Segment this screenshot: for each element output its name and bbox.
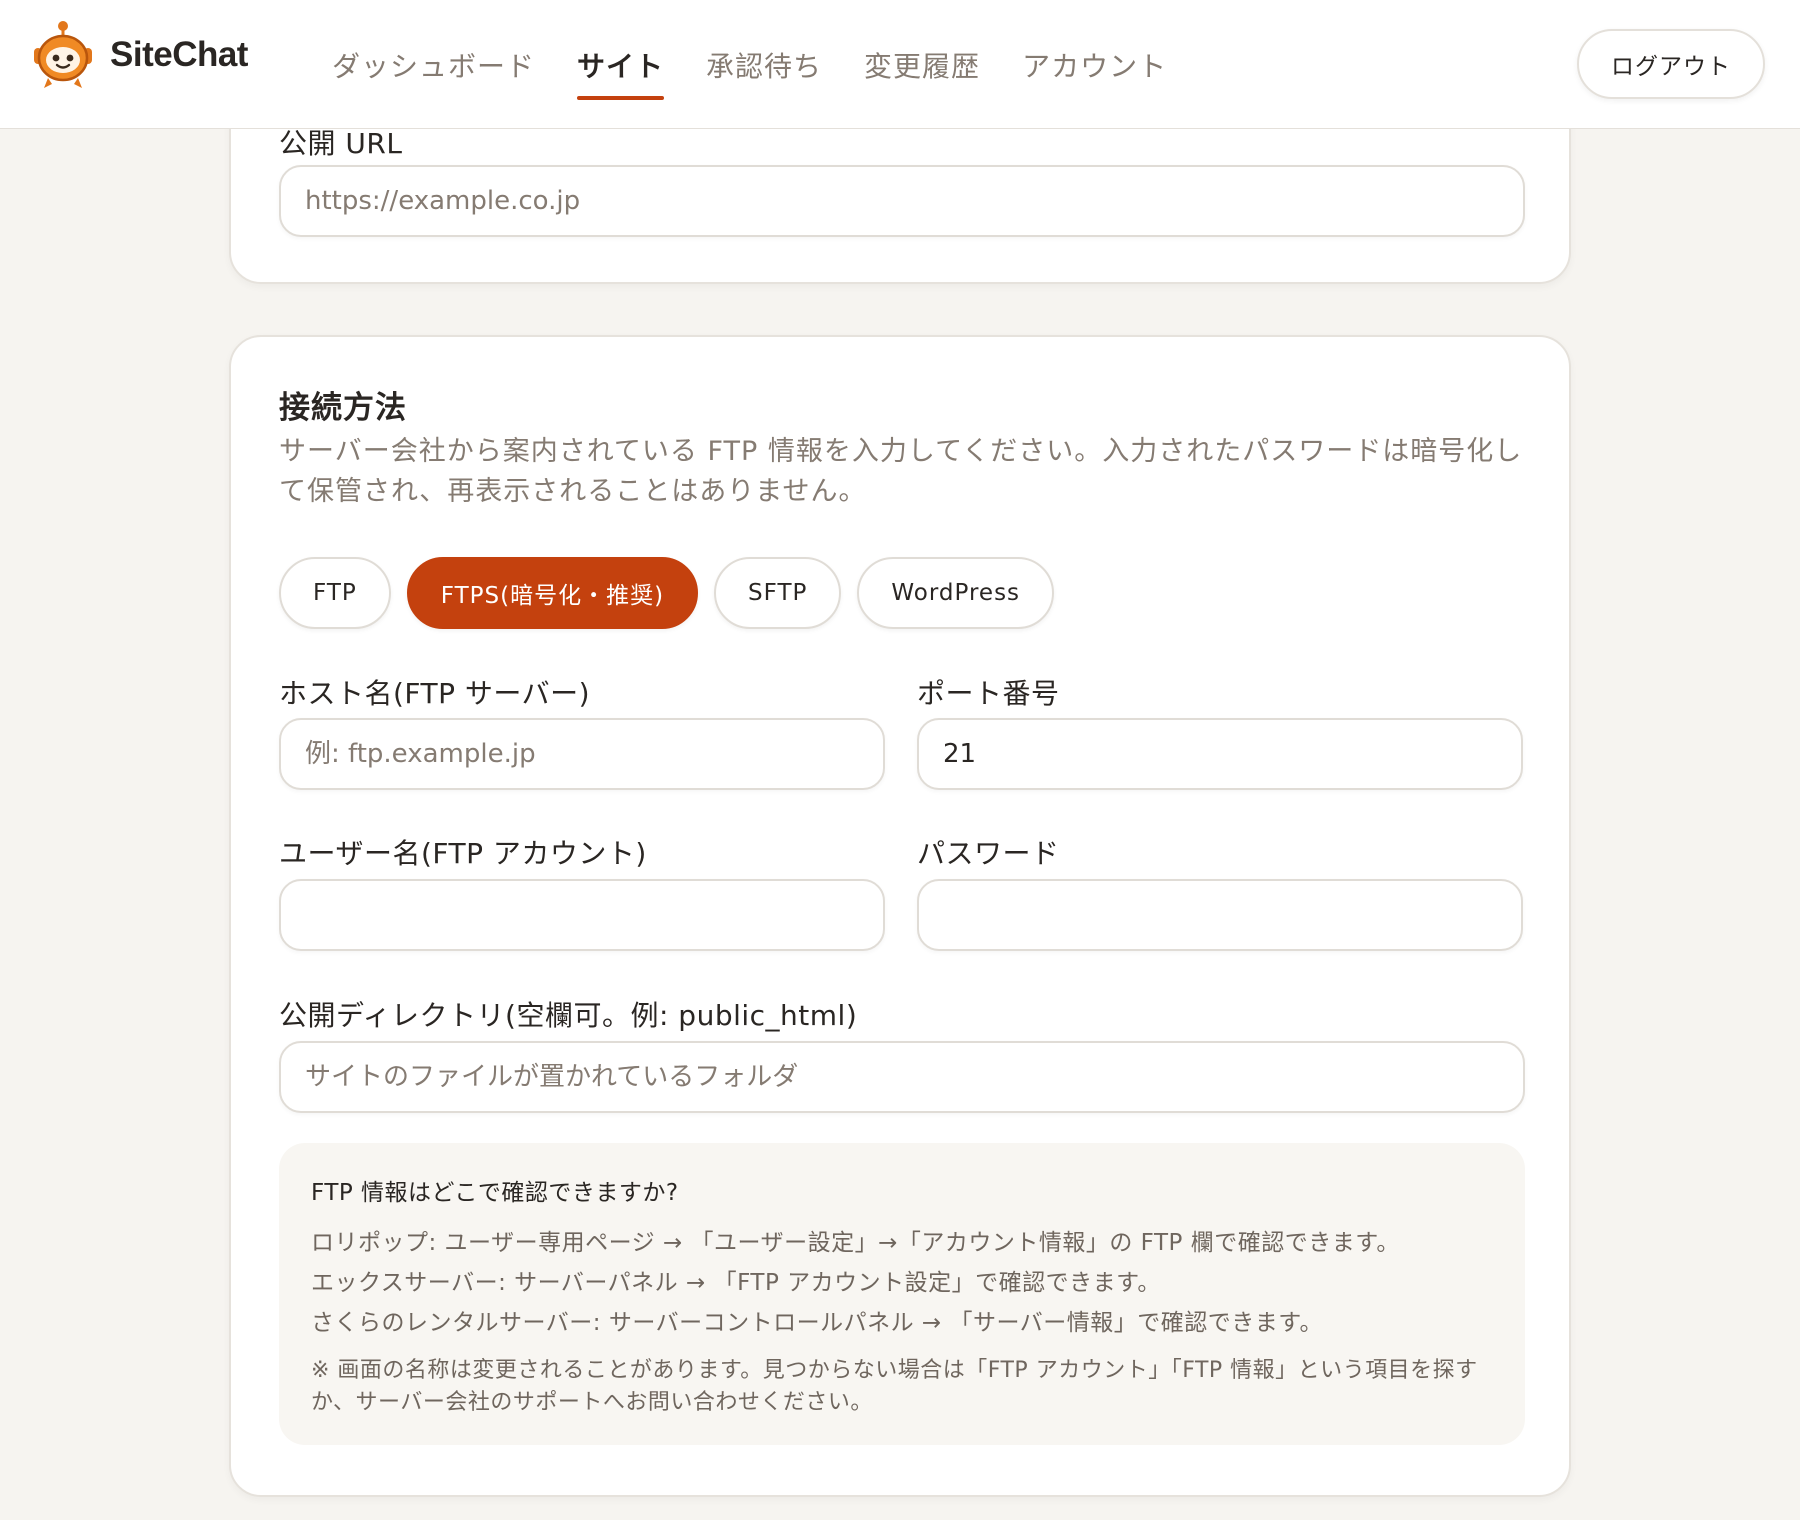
password-label: パスワード xyxy=(917,837,1060,870)
port-input[interactable] xyxy=(917,718,1523,790)
connection-title: 接続方法 xyxy=(279,390,407,426)
brand[interactable]: SiteChat xyxy=(30,20,248,90)
host-label: ホスト名(FTP サーバー) xyxy=(279,677,591,710)
method-wordpress-button[interactable]: WordPress xyxy=(857,557,1055,629)
help-line-xserver: エックスサーバー: サーバーパネル → 「FTP アカウント設定」で確認できます… xyxy=(311,1270,1161,1296)
help-title: FTP 情報はどこで確認できますか? xyxy=(311,1180,679,1206)
ftp-help-box: FTP 情報はどこで確認できますか? ロリポップ: ユーザー専用ページ → 「ユ… xyxy=(279,1143,1525,1445)
connection-card: 接続方法 サーバー会社から案内されている FTP 情報を入力してください。入力さ… xyxy=(229,335,1571,1497)
method-ftps-button[interactable]: FTPS(暗号化・推奨) xyxy=(406,557,699,629)
help-note: ※ 画面の名称は変更されることがあります。見つからない場合は「FTP アカウント… xyxy=(311,1358,1478,1415)
directory-label: 公開ディレクトリ(空欄可。例: public_html) xyxy=(279,999,858,1032)
connection-method-selector: FTP FTPS(暗号化・推奨) SFTP WordPress xyxy=(279,557,1070,629)
help-line-sakura: さくらのレンタルサーバー: サーバーコントロールパネル → 「サーバー情報」で確… xyxy=(311,1310,1323,1336)
connection-description: サーバー会社から案内されている FTP 情報を入力してください。入力されたパスワ… xyxy=(279,436,1523,507)
brand-name: SiteChat xyxy=(110,35,248,74)
logout-button[interactable]: ログアウト xyxy=(1577,29,1765,99)
robot-logo-icon xyxy=(34,21,92,88)
port-label: ポート番号 xyxy=(917,677,1060,710)
public-url-input[interactable] xyxy=(279,165,1525,237)
username-label: ユーザー名(FTP アカウント) xyxy=(279,837,647,870)
directory-input[interactable] xyxy=(279,1041,1525,1113)
main-nav: ダッシュボード サイト 承認待ち 変更履歴 アカウント xyxy=(332,0,1209,129)
username-input[interactable] xyxy=(279,879,885,951)
nav-tab-approvals[interactable]: 承認待ち xyxy=(706,0,822,129)
nav-tab-history[interactable]: 変更履歴 xyxy=(864,0,980,129)
nav-tab-sites[interactable]: サイト xyxy=(577,0,665,129)
method-ftp-button[interactable]: FTP xyxy=(279,557,391,629)
host-input[interactable] xyxy=(279,718,885,790)
method-sftp-button[interactable]: SFTP xyxy=(714,557,842,629)
nav-tab-account[interactable]: アカウント xyxy=(1022,0,1167,129)
top-header: SiteChat ダッシュボード サイト 承認待ち 変更履歴 アカウント ログア… xyxy=(0,0,1800,129)
help-line-lolipop: ロリポップ: ユーザー専用ページ → 「ユーザー設定」→「アカウント情報」の F… xyxy=(311,1230,1400,1256)
password-input[interactable] xyxy=(917,879,1523,951)
nav-tab-dashboard[interactable]: ダッシュボード xyxy=(332,0,535,129)
